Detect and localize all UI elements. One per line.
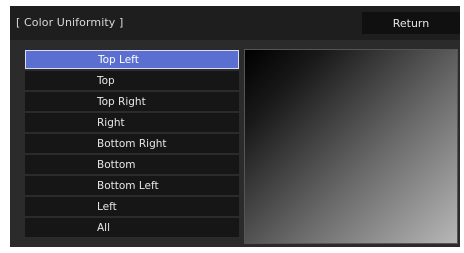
region-item-bottom-right[interactable]: Bottom Right xyxy=(25,134,239,153)
region-list: Top Left Top Top Right Right Bottom Righ… xyxy=(25,50,239,239)
region-item-left[interactable]: Left xyxy=(25,197,239,216)
screen: [ Color Uniformity ] Return Top Left Top… xyxy=(0,0,464,253)
region-item-all[interactable]: All xyxy=(25,218,239,237)
region-item-right[interactable]: Right xyxy=(25,113,239,132)
region-item-top-right[interactable]: Top Right xyxy=(25,92,239,111)
uniformity-preview xyxy=(244,49,458,244)
region-item-top[interactable]: Top xyxy=(25,71,239,90)
color-uniformity-panel: [ Color Uniformity ] Return Top Left Top… xyxy=(10,6,460,247)
page-title: [ Color Uniformity ] xyxy=(16,16,124,29)
return-button[interactable]: Return xyxy=(362,12,460,34)
region-item-bottom[interactable]: Bottom xyxy=(25,155,239,174)
header-bar: [ Color Uniformity ] Return xyxy=(10,6,460,40)
region-item-top-left[interactable]: Top Left xyxy=(25,50,239,69)
region-item-bottom-left[interactable]: Bottom Left xyxy=(25,176,239,195)
